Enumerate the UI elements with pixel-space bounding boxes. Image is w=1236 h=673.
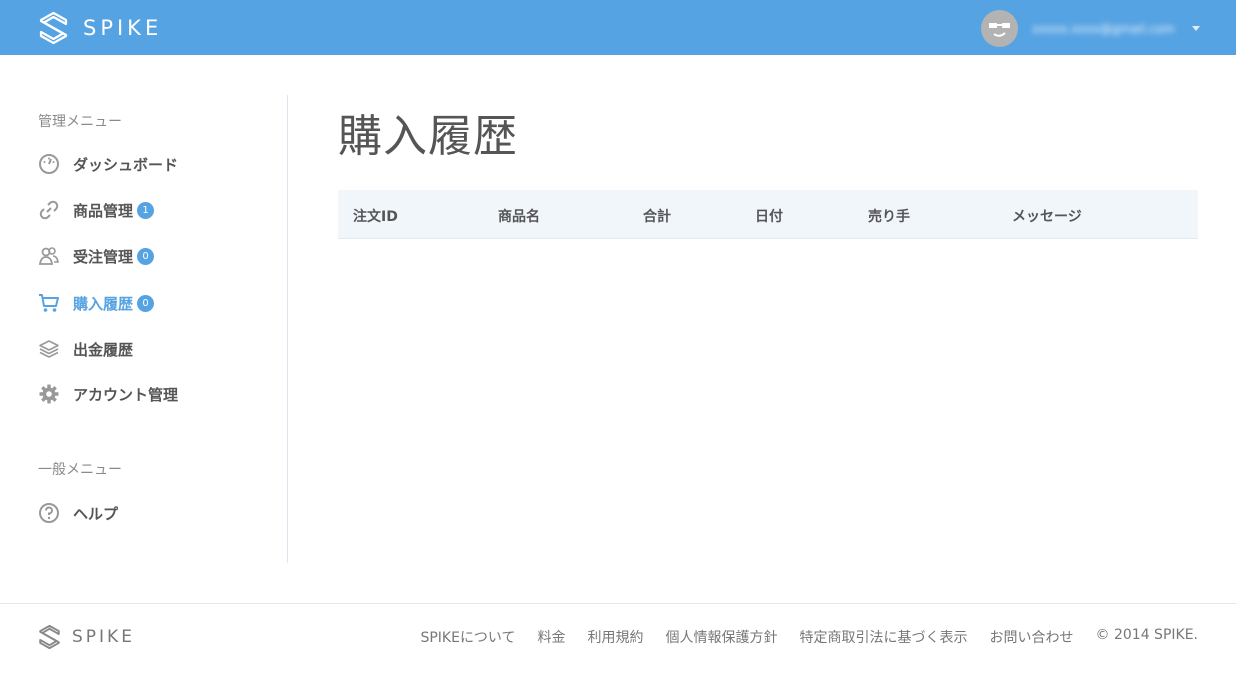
sidebar-item-products[interactable]: 商品管理 1 bbox=[38, 198, 155, 222]
gear-icon bbox=[38, 383, 60, 405]
users-icon bbox=[38, 245, 60, 267]
sidebar-item-label: 商品管理 bbox=[73, 201, 134, 220]
user-menu[interactable]: xxxxx.xxxx@gmail.com bbox=[981, 10, 1200, 47]
sidebar-item-label: ダッシュボード bbox=[73, 155, 179, 174]
admin-menu-heading: 管理メニュー bbox=[38, 114, 122, 130]
footer-link-about[interactable]: SPIKEについて bbox=[420, 627, 515, 647]
brand-logo[interactable]: SPIKE bbox=[38, 11, 162, 45]
sidebar-item-purchase-history[interactable]: 購入履歴 0 bbox=[38, 291, 155, 315]
sidebar-item-dashboard[interactable]: ダッシュボード bbox=[38, 152, 178, 176]
brand-name: SPIKE bbox=[83, 16, 163, 40]
footer-link-pricing[interactable]: 料金 bbox=[538, 627, 566, 647]
footer: SPIKE SPIKEについて 料金 利用規約 個人情報保護方針 特定商取引法に… bbox=[0, 603, 1236, 673]
count-badge: 1 bbox=[137, 201, 155, 219]
link-icon bbox=[38, 199, 60, 221]
column-header-product-name: 商品名 bbox=[498, 209, 540, 225]
footer-links: SPIKEについて 料金 利用規約 個人情報保護方針 特定商取引法に基づく表示 … bbox=[420, 627, 1198, 647]
sidebar-item-label: 出金履歴 bbox=[73, 340, 134, 359]
purchase-history-table-header: 注文ID 商品名 合計 日付 売り手 メッセージ bbox=[338, 190, 1198, 239]
column-header-seller: 売り手 bbox=[868, 209, 910, 225]
count-badge: 0 bbox=[137, 294, 155, 312]
chevron-down-icon[interactable] bbox=[1192, 26, 1200, 31]
footer-link-terms[interactable]: 利用規約 bbox=[588, 627, 644, 647]
footer-link-commerce-law[interactable]: 特定商取引法に基づく表示 bbox=[800, 627, 968, 647]
cart-icon bbox=[38, 292, 60, 314]
page-title: 購入履歴 bbox=[338, 111, 518, 162]
spike-logo-icon bbox=[39, 11, 68, 45]
sidebar-item-help[interactable]: ヘルプ bbox=[38, 501, 118, 525]
count-badge: 0 bbox=[137, 247, 155, 265]
sidebar-item-label: 購入履歴 bbox=[73, 294, 134, 313]
column-header-message: メッセージ bbox=[1012, 209, 1082, 225]
user-email[interactable]: xxxxx.xxxx@gmail.com bbox=[1032, 22, 1182, 36]
general-menu-heading: 一般メニュー bbox=[38, 462, 122, 478]
help-circle-icon bbox=[38, 502, 60, 524]
column-header-total: 合計 bbox=[643, 209, 671, 225]
dashboard-gauge-icon bbox=[38, 153, 60, 175]
top-navbar: SPIKE xxxxx.xxxx@gmail.com bbox=[0, 0, 1236, 55]
avatar[interactable] bbox=[981, 10, 1018, 47]
footer-link-privacy[interactable]: 個人情報保護方針 bbox=[666, 627, 778, 647]
footer-link-contact[interactable]: お問い合わせ bbox=[990, 627, 1074, 647]
sidebar-item-withdrawal-history[interactable]: 出金履歴 bbox=[38, 337, 133, 361]
sidebar-item-account[interactable]: アカウント管理 bbox=[38, 382, 178, 406]
sidebar-item-orders[interactable]: 受注管理 0 bbox=[38, 244, 155, 268]
copyright-text: © 2014 SPIKE. bbox=[1095, 627, 1198, 643]
sidebar-item-label: アカウント管理 bbox=[73, 385, 179, 404]
layers-icon bbox=[38, 338, 60, 360]
spike-logo-icon bbox=[39, 624, 60, 650]
column-header-date: 日付 bbox=[755, 209, 783, 225]
footer-brand-logo[interactable]: SPIKE bbox=[38, 624, 135, 650]
footer-brand-name: SPIKE bbox=[72, 627, 135, 647]
sidebar-item-label: 受注管理 bbox=[73, 247, 134, 266]
column-header-order-id: 注文ID bbox=[353, 209, 398, 225]
avatar-face-icon bbox=[989, 23, 1010, 37]
sidebar-item-label: ヘルプ bbox=[73, 504, 119, 523]
sidebar: 管理メニュー ダッシュボード 商品管理 1 受注管理 0 購入履歴 0 出金履歴 bbox=[0, 95, 288, 563]
